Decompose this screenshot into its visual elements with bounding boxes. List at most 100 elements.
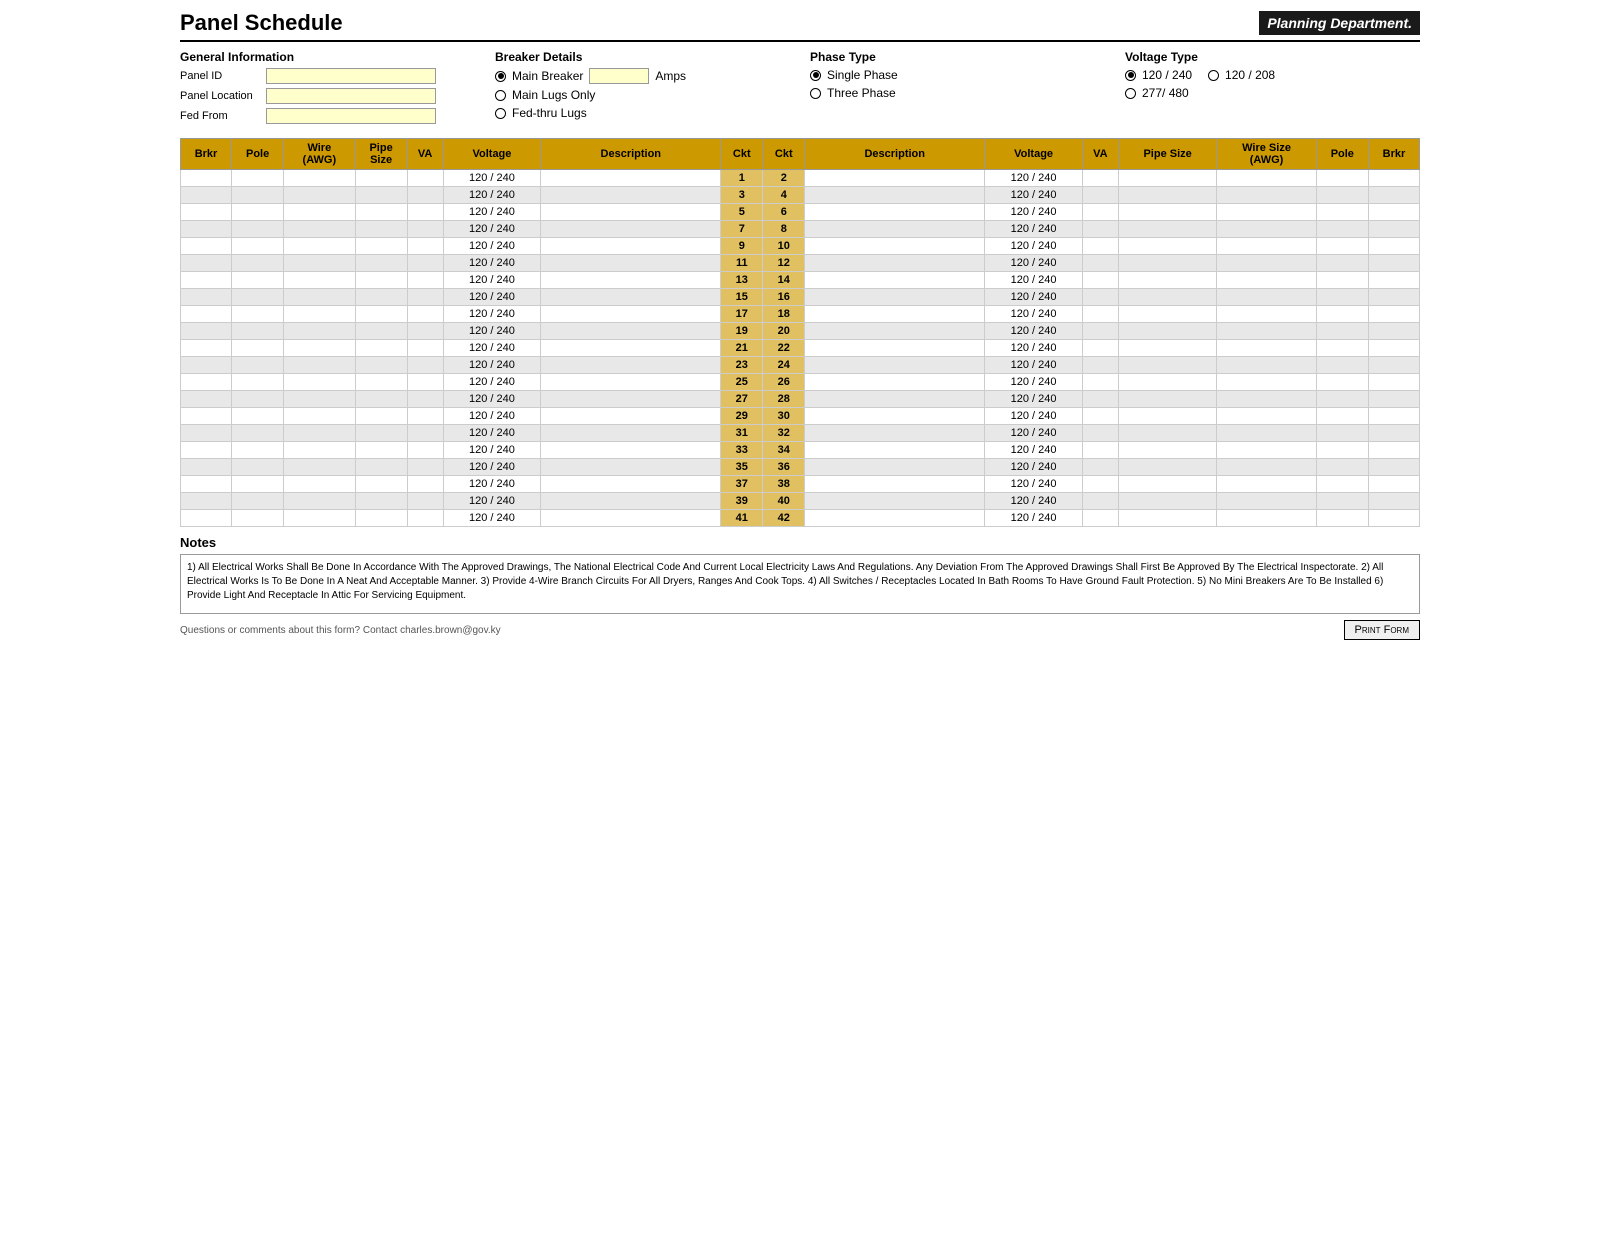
table-cell [1082, 510, 1118, 527]
main-lugs-radio[interactable] [495, 90, 506, 101]
main-breaker-radio[interactable] [495, 71, 506, 82]
table-cell: 23 [721, 357, 763, 374]
panel-id-input[interactable] [266, 68, 436, 84]
schedule-table: Brkr Pole Wire(AWG) PipeSize VA Voltage … [180, 138, 1420, 527]
col-pole-right: Pole [1316, 139, 1368, 170]
panel-location-input[interactable] [266, 88, 436, 104]
table-cell [355, 408, 407, 425]
table-cell: 120 / 240 [985, 255, 1083, 272]
table-cell [1118, 340, 1216, 357]
table-cell [232, 238, 284, 255]
col-wire-right: Wire Size(AWG) [1217, 139, 1316, 170]
col-pipe-right: Pipe Size [1118, 139, 1216, 170]
table-row: 120 / 2402728120 / 240 [181, 391, 1420, 408]
table-cell [541, 493, 721, 510]
table-cell [1082, 340, 1118, 357]
table-cell [355, 357, 407, 374]
table-cell: 11 [721, 255, 763, 272]
amps-input[interactable] [589, 68, 649, 84]
notes-content: 1) All Electrical Works Shall Be Done In… [180, 554, 1420, 614]
table-cell: 120 / 240 [985, 391, 1083, 408]
table-cell [541, 306, 721, 323]
breaker-details-title: Breaker Details [495, 50, 790, 64]
fed-from-input[interactable] [266, 108, 436, 124]
table-cell [805, 442, 985, 459]
table-cell [1082, 272, 1118, 289]
table-cell: 28 [763, 391, 805, 408]
table-cell [805, 408, 985, 425]
table-cell [1118, 204, 1216, 221]
table-cell [1316, 306, 1368, 323]
table-cell [1368, 442, 1419, 459]
table-cell [181, 408, 232, 425]
table-cell [181, 170, 232, 187]
table-cell [1082, 289, 1118, 306]
table-row: 120 / 2401516120 / 240 [181, 289, 1420, 306]
main-lugs-label: Main Lugs Only [512, 88, 595, 102]
table-cell [232, 340, 284, 357]
col-ckt-left: Ckt [721, 139, 763, 170]
voltage-120-240-radio[interactable] [1125, 70, 1136, 81]
table-cell [1316, 493, 1368, 510]
table-cell [407, 289, 443, 306]
table-cell [1217, 357, 1316, 374]
table-cell [407, 357, 443, 374]
table-cell [1082, 255, 1118, 272]
fed-thru-radio[interactable] [495, 108, 506, 119]
table-cell: 120 / 240 [985, 374, 1083, 391]
table-cell [805, 493, 985, 510]
table-cell [181, 459, 232, 476]
table-cell: 29 [721, 408, 763, 425]
table-cell [1082, 493, 1118, 510]
voltage-120-240-row: 120 / 240 120 / 208 [1125, 68, 1420, 82]
table-cell [1118, 323, 1216, 340]
table-cell [805, 357, 985, 374]
table-cell [805, 221, 985, 238]
table-cell [1368, 340, 1419, 357]
table-cell [407, 408, 443, 425]
table-cell [407, 187, 443, 204]
table-cell: 120 / 240 [985, 357, 1083, 374]
table-cell [541, 374, 721, 391]
table-cell: 15 [721, 289, 763, 306]
table-cell [1082, 374, 1118, 391]
table-cell: 42 [763, 510, 805, 527]
table-cell: 1 [721, 170, 763, 187]
table-cell [284, 408, 355, 425]
table-cell: 120 / 240 [443, 289, 541, 306]
table-cell: 120 / 240 [443, 476, 541, 493]
table-cell [1368, 425, 1419, 442]
table-cell [284, 204, 355, 221]
table-cell [805, 306, 985, 323]
table-cell: 120 / 240 [985, 459, 1083, 476]
table-row: 120 / 24012120 / 240 [181, 170, 1420, 187]
table-cell [284, 357, 355, 374]
single-phase-radio[interactable] [810, 70, 821, 81]
table-cell [232, 357, 284, 374]
table-cell [1217, 408, 1316, 425]
table-cell [541, 510, 721, 527]
table-cell [1368, 255, 1419, 272]
table-cell: 37 [721, 476, 763, 493]
panel-location-label: Panel Location [180, 90, 260, 102]
voltage-120-208-radio[interactable] [1208, 70, 1219, 81]
table-cell [181, 340, 232, 357]
info-row: General Information Panel ID Panel Locat… [180, 50, 1420, 128]
table-cell [181, 476, 232, 493]
print-form-button[interactable]: Print Form [1344, 620, 1420, 640]
table-cell [407, 459, 443, 476]
col-brkr-left: Brkr [181, 139, 232, 170]
three-phase-radio[interactable] [810, 88, 821, 99]
table-row: 120 / 2404142120 / 240 [181, 510, 1420, 527]
single-phase-row: Single Phase [810, 68, 1105, 82]
table-cell [805, 289, 985, 306]
notes-section: Notes 1) All Electrical Works Shall Be D… [180, 535, 1420, 614]
single-phase-label: Single Phase [827, 68, 898, 82]
table-cell [284, 493, 355, 510]
table-cell [355, 374, 407, 391]
table-cell [541, 221, 721, 238]
table-row: 120 / 24034120 / 240 [181, 187, 1420, 204]
voltage-277-480-row: 277/ 480 [1125, 86, 1420, 100]
table-cell: 120 / 240 [443, 221, 541, 238]
voltage-277-480-radio[interactable] [1125, 88, 1136, 99]
